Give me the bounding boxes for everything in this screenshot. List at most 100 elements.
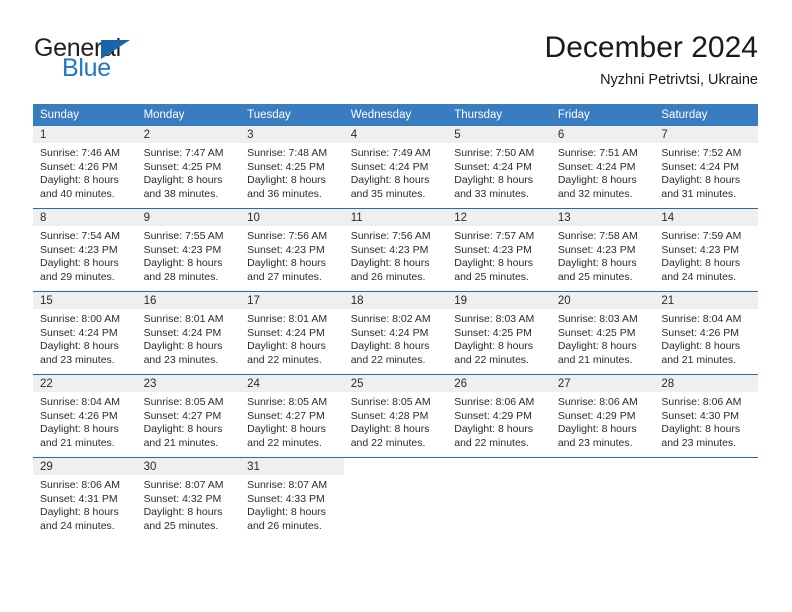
daylight-text-line1: Daylight: 8 hours: [350, 257, 430, 270]
sunset-text: Sunset: 4:29 PM: [454, 409, 532, 422]
calendar-header-row: Sunday Monday Tuesday Wednesday Thursday…: [33, 104, 758, 126]
calendar-day-cell[interactable]: 30 Sunrise: 8:07 AM Sunset: 4:32 PM Dayligh…: [136, 457, 241, 540]
calendar-day-cell[interactable]: 12 Sunrise: 7:57 AM Sunset: 4:23 PM Dayligh…: [447, 208, 551, 292]
sunrise-text: Sunrise: 7:51 AM: [557, 147, 638, 159]
calendar-day-cell[interactable]: 9 Sunrise: 7:55 AM Sunset: 4:23 PM Daylight…: [136, 208, 241, 292]
sunrise-text: Sunrise: 7:50 AM: [454, 147, 535, 159]
daylight-text-line2: and 28 minutes.: [143, 270, 219, 283]
weekday-header-monday: Monday: [136, 104, 241, 126]
calendar-day-cell[interactable]: 17 Sunrise: 8:01 AM Sunset: 4:24 PM Dayligh…: [240, 291, 344, 375]
calendar-day-cell[interactable]: 25 Sunrise: 8:05 AM Sunset: 4:28 PM Dayligh…: [343, 374, 448, 458]
day-details: Sunrise: 8:06 AM Sunset: 4:30 PM Daylight:…: [654, 392, 758, 450]
day-number: 27: [550, 375, 655, 392]
daylight-text-line1: Daylight: 8 hours: [247, 506, 326, 519]
calendar-day-cell[interactable]: 26 Sunrise: 8:06 AM Sunset: 4:29 PM Dayligh…: [447, 374, 551, 458]
day-number: 20: [550, 292, 655, 309]
sunrise-text: Sunrise: 7:58 AM: [557, 230, 638, 242]
sunset-text: Sunset: 4:24 PM: [557, 160, 636, 173]
daylight-text-line2: and 25 minutes.: [143, 519, 219, 532]
daylight-text-line2: and 22 minutes.: [247, 353, 322, 366]
day-details: [344, 475, 448, 479]
day-details: Sunrise: 7:56 AM Sunset: 4:23 PM Daylight:…: [240, 226, 344, 284]
daylight-text-line1: Daylight: 8 hours: [557, 257, 637, 270]
sunset-text: Sunset: 4:33 PM: [247, 492, 325, 505]
calendar-week-row: 22 Sunrise: 8:04 AM Sunset: 4:26 PM Dayligh…: [33, 374, 758, 458]
calendar-day-cell[interactable]: 19 Sunrise: 8:03 AM Sunset: 4:25 PM Dayligh…: [447, 291, 551, 375]
calendar-day-cell[interactable]: 11 Sunrise: 7:56 AM Sunset: 4:23 PM Dayligh…: [343, 208, 448, 292]
sunset-text: Sunset: 4:23 PM: [350, 243, 429, 256]
calendar-day-cell[interactable]: 18 Sunrise: 8:02 AM Sunset: 4:24 PM Dayligh…: [343, 291, 448, 375]
calendar-day-cell[interactable]: 7 Sunrise: 7:52 AM Sunset: 4:24 PM Daylight…: [654, 126, 758, 209]
daylight-text-line1: Daylight: 8 hours: [557, 340, 637, 353]
daylight-text-line1: Daylight: 8 hours: [454, 340, 534, 353]
daylight-text-line1: Daylight: 8 hours: [143, 423, 223, 436]
calendar-day-cell[interactable]: 28 Sunrise: 8:06 AM Sunset: 4:30 PM Dayligh…: [654, 374, 758, 458]
day-details: Sunrise: 8:06 AM Sunset: 4:29 PM Daylight:…: [551, 392, 655, 450]
day-number: 22: [33, 375, 137, 392]
daylight-text-line1: Daylight: 8 hours: [454, 174, 534, 187]
calendar-day-cell[interactable]: 22 Sunrise: 8:04 AM Sunset: 4:26 PM Dayligh…: [33, 374, 137, 458]
daylight-text-line1: Daylight: 8 hours: [40, 340, 119, 353]
calendar-day-cell[interactable]: 8 Sunrise: 7:54 AM Sunset: 4:23 PM Daylight…: [33, 208, 137, 292]
calendar-day-cell[interactable]: 27 Sunrise: 8:06 AM Sunset: 4:29 PM Dayligh…: [550, 374, 655, 458]
day-details: Sunrise: 8:05 AM Sunset: 4:28 PM Daylight:…: [344, 392, 448, 450]
day-details: [447, 475, 551, 479]
calendar-day-cell[interactable]: 10 Sunrise: 7:56 AM Sunset: 4:23 PM Dayligh…: [240, 208, 344, 292]
calendar-day-cell-empty: [550, 457, 655, 540]
day-number: 2: [136, 126, 241, 143]
day-number: 31: [240, 458, 344, 475]
daylight-text-line2: and 22 minutes.: [454, 436, 529, 449]
daylight-text-line1: Daylight: 8 hours: [40, 257, 119, 270]
calendar-day-cell[interactable]: 23 Sunrise: 8:05 AM Sunset: 4:27 PM Dayligh…: [136, 374, 241, 458]
calendar-day-cell[interactable]: 24 Sunrise: 8:05 AM Sunset: 4:27 PM Dayligh…: [240, 374, 344, 458]
calendar-day-cell[interactable]: 13 Sunrise: 7:58 AM Sunset: 4:23 PM Dayligh…: [550, 208, 655, 292]
calendar-day-cell[interactable]: 31 Sunrise: 8:07 AM Sunset: 4:33 PM Dayligh…: [240, 457, 344, 540]
calendar-day-cell[interactable]: 21 Sunrise: 8:04 AM Sunset: 4:26 PM Dayligh…: [654, 291, 758, 375]
daylight-text-line2: and 24 minutes.: [40, 519, 115, 532]
calendar-day-cell[interactable]: 6 Sunrise: 7:51 AM Sunset: 4:24 PM Daylight…: [550, 126, 655, 209]
sunrise-text: Sunrise: 8:00 AM: [40, 313, 120, 325]
day-number: [344, 458, 448, 475]
page-title: December 2024: [544, 31, 758, 64]
calendar-day-cell[interactable]: 16 Sunrise: 8:01 AM Sunset: 4:24 PM Dayligh…: [136, 291, 241, 375]
calendar-day-cell[interactable]: 1 Sunrise: 7:46 AM Sunset: 4:26 PM Daylight…: [33, 126, 137, 209]
sunset-text: Sunset: 4:30 PM: [661, 409, 740, 422]
general-blue-logo[interactable]: General Blue: [34, 34, 234, 90]
daylight-text-line2: and 22 minutes.: [350, 353, 426, 366]
sunrise-text: Sunrise: 8:03 AM: [557, 313, 638, 325]
daylight-text-line1: Daylight: 8 hours: [454, 257, 534, 270]
daylight-text-line2: and 21 minutes.: [40, 436, 115, 449]
calendar-day-cell[interactable]: 5 Sunrise: 7:50 AM Sunset: 4:24 PM Daylight…: [447, 126, 551, 209]
daylight-text-line2: and 21 minutes.: [143, 436, 219, 449]
day-details: Sunrise: 7:47 AM Sunset: 4:25 PM Daylight:…: [137, 143, 241, 201]
calendar-day-cell[interactable]: 3 Sunrise: 7:48 AM Sunset: 4:25 PM Daylight…: [240, 126, 344, 209]
location-subtitle: Nyzhni Petrivtsi, Ukraine: [600, 72, 758, 88]
day-details: Sunrise: 8:01 AM Sunset: 4:24 PM Daylight:…: [240, 309, 344, 367]
daylight-text-line2: and 40 minutes.: [40, 187, 115, 200]
calendar-day-cell[interactable]: 15 Sunrise: 8:00 AM Sunset: 4:24 PM Dayligh…: [33, 291, 137, 375]
calendar-day-cell[interactable]: 2 Sunrise: 7:47 AM Sunset: 4:25 PM Daylight…: [136, 126, 241, 209]
sunset-text: Sunset: 4:24 PM: [40, 326, 118, 339]
calendar-day-cell[interactable]: 29 Sunrise: 8:06 AM Sunset: 4:31 PM Dayligh…: [33, 457, 137, 540]
sunrise-text: Sunrise: 7:55 AM: [143, 230, 224, 242]
day-number: 12: [447, 209, 551, 226]
sunset-text: Sunset: 4:24 PM: [350, 326, 429, 339]
sunset-text: Sunset: 4:24 PM: [454, 160, 532, 173]
calendar-day-cell[interactable]: 14 Sunrise: 7:59 AM Sunset: 4:23 PM Dayligh…: [654, 208, 758, 292]
day-details: Sunrise: 7:52 AM Sunset: 4:24 PM Daylight:…: [654, 143, 758, 201]
sunrise-text: Sunrise: 8:02 AM: [350, 313, 431, 325]
sunrise-text: Sunrise: 8:06 AM: [557, 396, 638, 408]
sunset-text: Sunset: 4:23 PM: [247, 243, 325, 256]
calendar-day-cell[interactable]: 4 Sunrise: 7:49 AM Sunset: 4:24 PM Daylight…: [343, 126, 448, 209]
daylight-text-line1: Daylight: 8 hours: [143, 506, 223, 519]
sunset-text: Sunset: 4:31 PM: [40, 492, 118, 505]
weekday-header-thursday: Thursday: [447, 104, 551, 126]
calendar-day-cell[interactable]: 20 Sunrise: 8:03 AM Sunset: 4:25 PM Dayligh…: [550, 291, 655, 375]
weekday-header-sunday: Sunday: [33, 104, 137, 126]
sunrise-text: Sunrise: 8:04 AM: [661, 313, 742, 325]
daylight-text-line2: and 21 minutes.: [557, 353, 633, 366]
day-details: Sunrise: 8:07 AM Sunset: 4:33 PM Daylight:…: [240, 475, 344, 533]
daylight-text-line2: and 36 minutes.: [247, 187, 322, 200]
day-number: 30: [136, 458, 241, 475]
sunrise-text: Sunrise: 7:47 AM: [143, 147, 224, 159]
